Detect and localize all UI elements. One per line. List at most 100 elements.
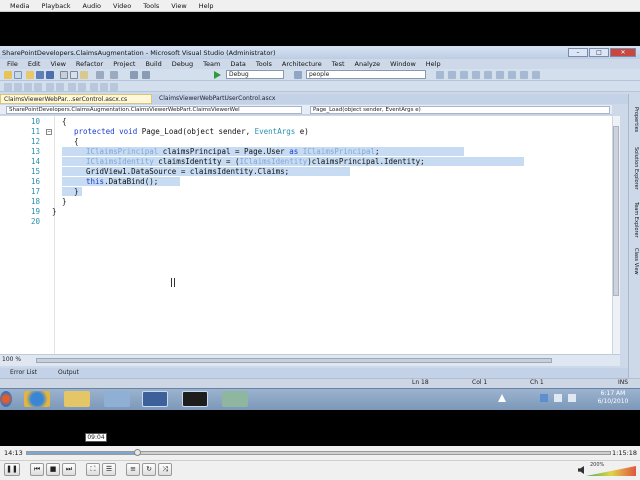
increase-indent-icon[interactable] [56, 83, 64, 91]
taskbar-clock[interactable]: 6:17 AM 6/10/2010 [590, 390, 636, 406]
maximize-button[interactable]: □ [589, 48, 609, 57]
cut-icon[interactable] [60, 71, 68, 79]
vs-menu-architecture[interactable]: Architecture [277, 60, 327, 68]
redo-icon[interactable] [110, 71, 118, 79]
uncomment-icon[interactable] [78, 83, 86, 91]
undo-icon[interactable] [96, 71, 104, 79]
dock-tab-team-explorer[interactable]: Team Explorer [629, 198, 639, 242]
pause-button[interactable]: ❚❚ [4, 463, 20, 476]
find-icon[interactable] [294, 71, 302, 79]
output-tab[interactable]: Output [58, 369, 79, 377]
horizontal-scroll-thumb[interactable] [36, 358, 552, 363]
copy-icon[interactable] [70, 71, 78, 79]
extension-manager-icon[interactable] [508, 71, 516, 79]
explorer-icon[interactable] [64, 391, 90, 407]
next-bookmark-icon[interactable] [110, 83, 118, 91]
close-button[interactable]: ✕ [610, 48, 636, 57]
player-menu-bar: Media Playback Audio Video Tools View He… [0, 0, 640, 12]
save-all-icon[interactable] [46, 71, 54, 79]
menu-help[interactable]: Help [193, 2, 220, 10]
command-window-icon[interactable] [520, 71, 528, 79]
parameter-info-icon[interactable] [14, 83, 22, 91]
object-browser-icon[interactable] [472, 71, 480, 79]
tab-code-behind[interactable]: ClaimsViewerWebPar...serControl.ascx.cs [0, 94, 152, 104]
display-object-member-list-icon[interactable] [4, 83, 12, 91]
dock-tab-properties[interactable]: Properties [629, 100, 639, 140]
menu-tools[interactable]: Tools [137, 2, 165, 10]
navigate-forward-icon[interactable] [142, 71, 150, 79]
vs-menu-analyze[interactable]: Analyze [350, 60, 386, 68]
internet-explorer-icon[interactable] [24, 391, 50, 407]
toolbar-options-icon[interactable] [532, 71, 540, 79]
member-dropdown[interactable]: Page_Load(object sender, EventArgs e) [310, 106, 610, 114]
keyword-token: protected void [74, 127, 138, 136]
stop-button[interactable]: ■ [46, 463, 60, 476]
vs-menu-view[interactable]: View [45, 60, 70, 68]
vs-menu-data[interactable]: Data [225, 60, 251, 68]
collapse-icon[interactable]: − [46, 129, 52, 135]
find-in-files-icon[interactable] [436, 71, 444, 79]
previous-button[interactable]: ⏮ [30, 463, 44, 476]
minimize-button[interactable]: – [568, 48, 588, 57]
properties-window-icon[interactable] [460, 71, 468, 79]
error-list-tab[interactable]: Error List [10, 369, 37, 377]
random-button[interactable]: ⤨ [158, 463, 172, 476]
vs-menu-project[interactable]: Project [108, 60, 140, 68]
playlist-button[interactable]: ≡ [126, 463, 140, 476]
type-dropdown[interactable]: SharePointDevelopers.ClaimsAugmentation.… [6, 106, 302, 114]
comment-out-icon[interactable] [68, 83, 76, 91]
find-combo-input[interactable]: people [306, 70, 426, 79]
paste-icon[interactable] [80, 71, 88, 79]
vs-menu-refactor[interactable]: Refactor [71, 60, 108, 68]
start-page-icon[interactable] [496, 71, 504, 79]
navigate-back-icon[interactable] [130, 71, 138, 79]
next-button[interactable]: ⏭ [62, 463, 76, 476]
solution-explorer-icon[interactable] [448, 71, 456, 79]
toolbox-icon[interactable] [484, 71, 492, 79]
vs-menu-window[interactable]: Window [385, 60, 421, 68]
visual-studio-icon[interactable] [142, 391, 168, 407]
previous-bookmark-icon[interactable] [100, 83, 108, 91]
menu-view[interactable]: View [165, 2, 192, 10]
fullscreen-button[interactable]: ⛶ [86, 463, 100, 476]
loop-button[interactable]: ↻ [142, 463, 156, 476]
vs-menu-help[interactable]: Help [421, 60, 446, 68]
complete-word-icon[interactable] [34, 83, 42, 91]
line-number: 11 [30, 127, 40, 136]
vs-menu-file[interactable]: File [2, 60, 23, 68]
vs-menu-edit[interactable]: Edit [23, 60, 46, 68]
network-icon[interactable] [104, 391, 130, 407]
vs-menu-tools[interactable]: Tools [251, 60, 277, 68]
menu-media[interactable]: Media [4, 2, 36, 10]
extended-settings-button[interactable]: ☰ [102, 463, 116, 476]
quick-info-icon[interactable] [24, 83, 32, 91]
vs-menu-team[interactable]: Team [198, 60, 225, 68]
add-item-icon[interactable] [14, 71, 22, 79]
dock-tab-class-view[interactable]: Class View [629, 244, 639, 278]
start-debugging-icon[interactable] [214, 71, 221, 79]
dock-tab-solution-explorer[interactable]: Solution Explorer [629, 140, 639, 196]
save-icon[interactable] [36, 71, 44, 79]
menu-playback[interactable]: Playback [36, 2, 77, 10]
vs-menu-debug[interactable]: Debug [167, 60, 198, 68]
network-tray-icon[interactable] [554, 394, 562, 402]
zoom-level[interactable]: 100 % [0, 356, 30, 364]
action-center-icon[interactable] [540, 394, 548, 402]
vs-menu-test[interactable]: Test [327, 60, 350, 68]
tab-ascx[interactable]: ClaimsViewerWebPartUserControl.ascx [156, 94, 296, 104]
volume-tray-icon[interactable] [568, 394, 576, 402]
menu-video[interactable]: Video [107, 2, 137, 10]
open-folder-icon[interactable] [26, 71, 34, 79]
toggle-bookmark-icon[interactable] [90, 83, 98, 91]
new-project-icon[interactable] [4, 71, 12, 79]
seek-handle[interactable] [134, 449, 141, 456]
start-orb-icon[interactable] [0, 391, 12, 407]
vertical-scroll-thumb[interactable] [613, 126, 619, 296]
menu-audio[interactable]: Audio [77, 2, 107, 10]
vs-menu-build[interactable]: Build [140, 60, 166, 68]
clock-date: 6/10/2010 [597, 398, 629, 405]
decrease-indent-icon[interactable] [46, 83, 54, 91]
command-prompt-icon[interactable] [182, 391, 208, 407]
app-icon[interactable] [222, 391, 248, 407]
solution-configuration-select[interactable]: Debug [226, 70, 284, 79]
